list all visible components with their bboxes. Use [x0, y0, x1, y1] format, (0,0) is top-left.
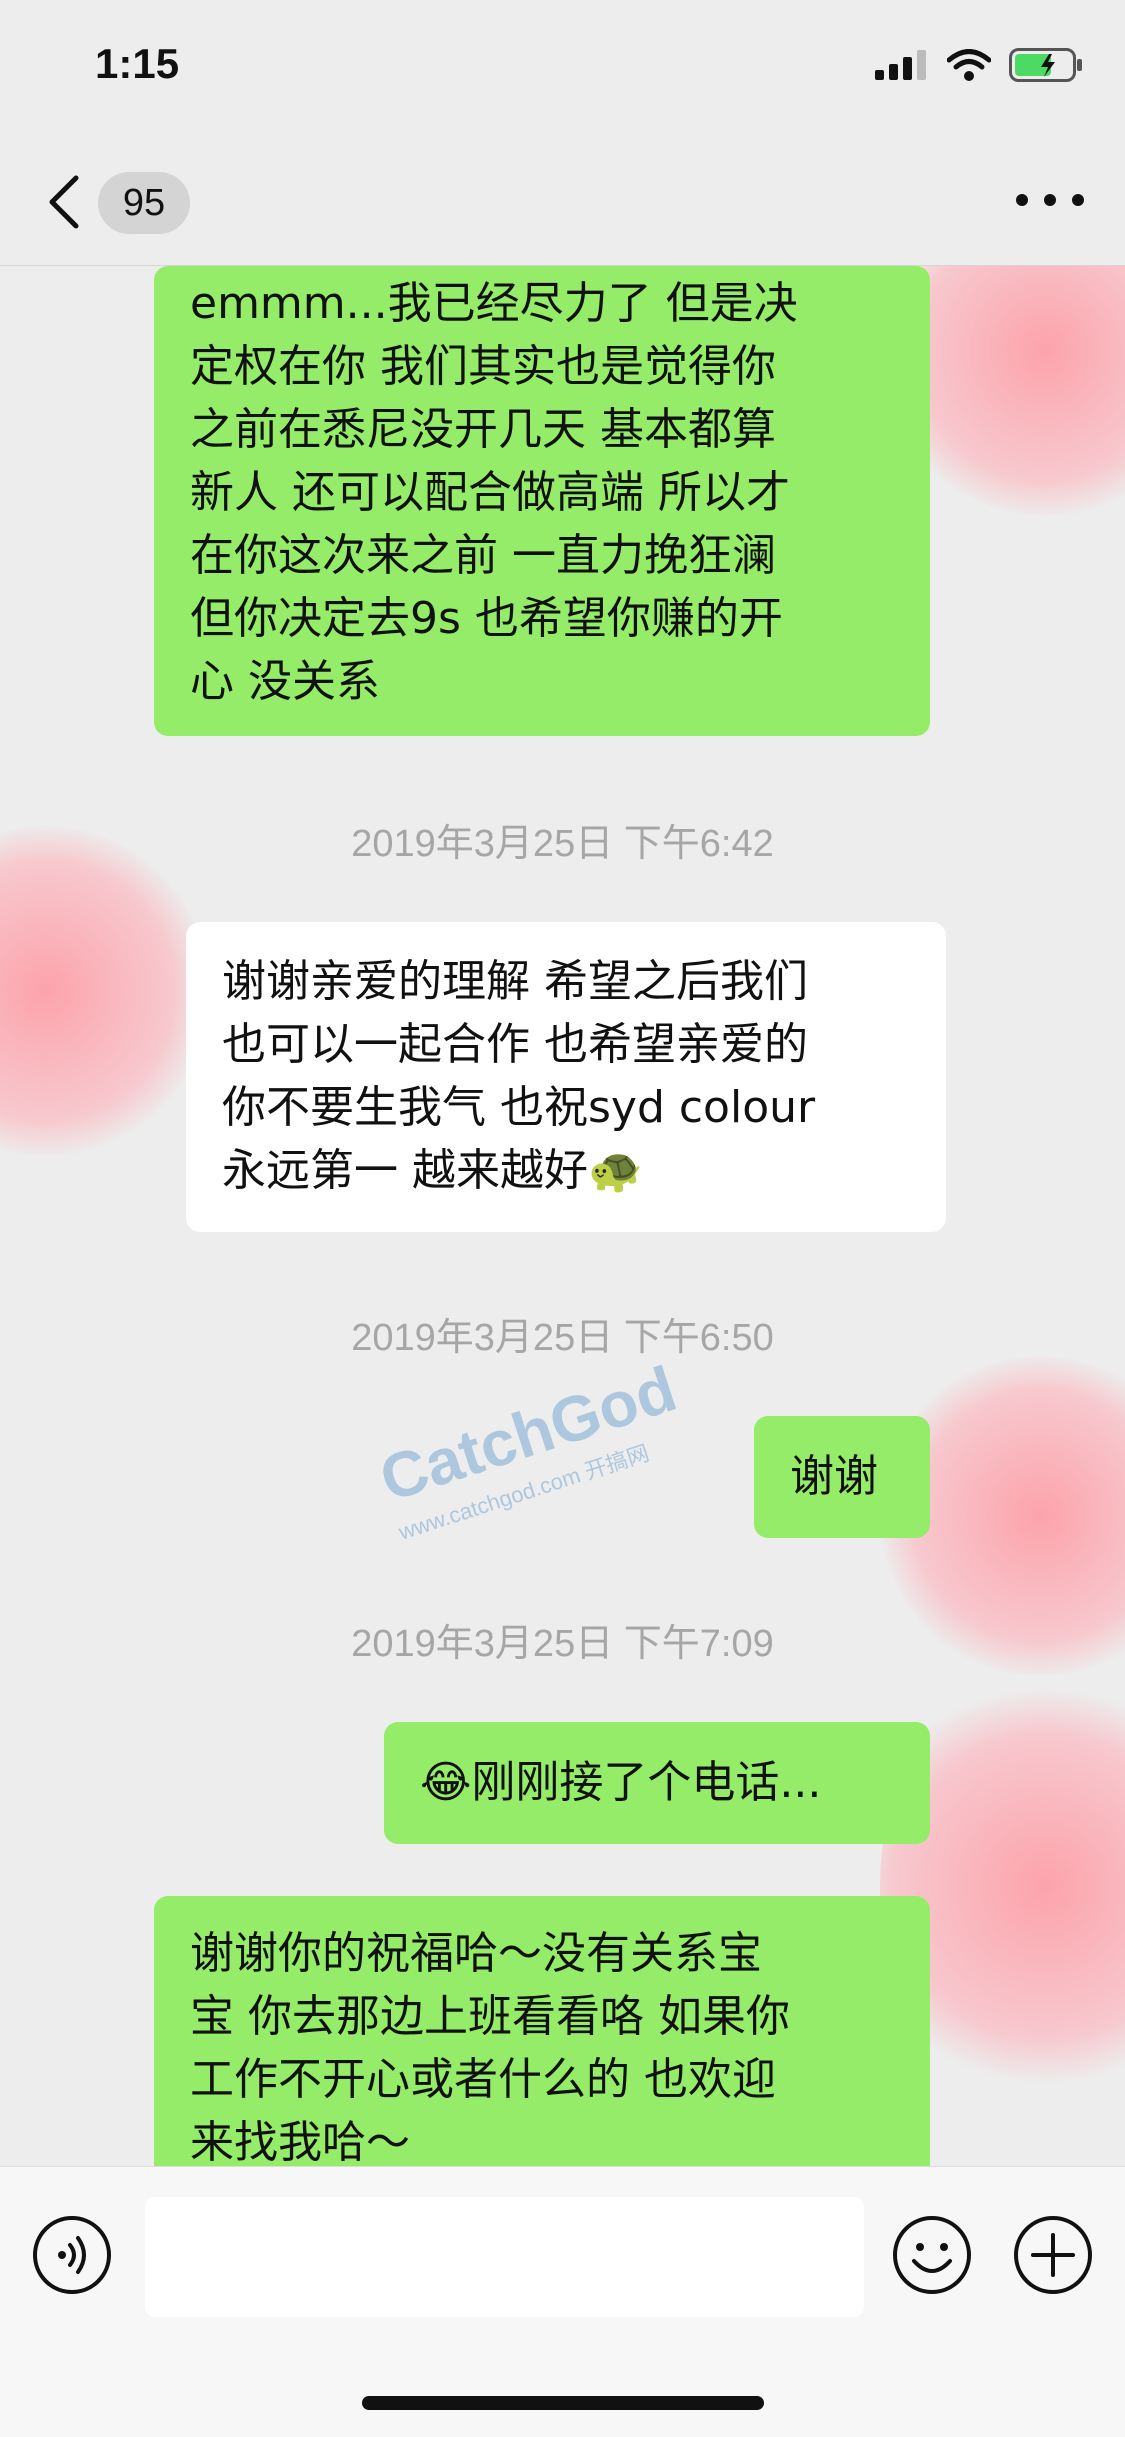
- wifi-icon: [947, 49, 991, 81]
- message-list[interactable]: CatchGod www.catchgod.com 开搞网 emmm...我已经…: [0, 266, 1125, 2166]
- voice-icon[interactable]: [32, 2215, 112, 2295]
- message-timestamp: 2019年3月25日 下午7:09: [351, 1623, 774, 1665]
- message-timestamp: 2019年3月25日 下午6:42: [351, 823, 774, 865]
- diamond-sticker: [0, 826, 210, 1156]
- message-bubble-outgoing[interactable]: emmm...我已经尽力了 但是决 定权在你 我们其实也是觉得你 之前在悉尼没开…: [154, 266, 930, 736]
- plus-icon[interactable]: [1013, 2215, 1093, 2295]
- unread-count-badge[interactable]: 95: [98, 172, 190, 234]
- chevron-left-icon[interactable]: [38, 170, 98, 234]
- message-input[interactable]: [145, 2197, 864, 2317]
- signal-icon: [875, 50, 926, 80]
- message-bubble-outgoing[interactable]: 谢谢: [754, 1416, 930, 1538]
- watermark: CatchGod www.catchgod.com 开搞网: [371, 1351, 695, 1546]
- emoji-icon[interactable]: [892, 2215, 972, 2295]
- status-bar: 1:15: [0, 0, 1125, 140]
- status-time: 1:15: [95, 40, 180, 87]
- home-indicator: [362, 2396, 764, 2410]
- message-timestamp: 2019年3月25日 下午6:50: [351, 1317, 774, 1359]
- message-bubble-incoming[interactable]: 谢谢亲爱的理解 希望之后我们 也可以一起合作 也希望亲爱的 你不要生我气 也祝s…: [186, 922, 946, 1232]
- message-bubble-outgoing[interactable]: 😂刚刚接了个电话...: [384, 1722, 930, 1844]
- status-icons: [875, 48, 1083, 82]
- more-dots-icon[interactable]: [1010, 185, 1090, 215]
- message-bubble-outgoing[interactable]: 谢谢你的祝福哈～没有关系宝 宝 你去那边上班看看咯 如果你 工作不开心或者什么的…: [154, 1896, 930, 2166]
- nav-bar: 95: [0, 140, 1125, 266]
- battery-icon: [1009, 48, 1082, 82]
